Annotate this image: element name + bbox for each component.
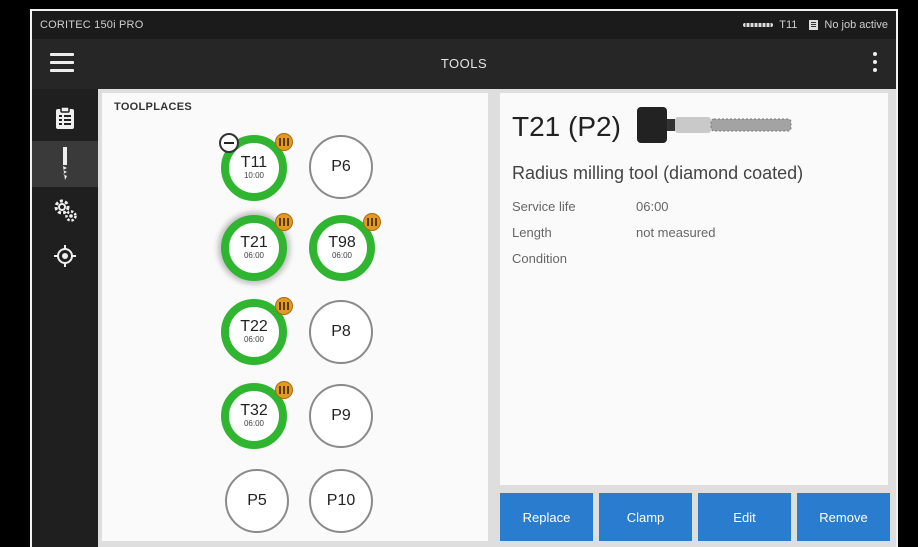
job-status: No job active	[824, 19, 888, 31]
sidebar-item-tools[interactable]	[32, 141, 98, 187]
slot-label: T21	[240, 234, 268, 251]
toolplaces-panel: TOOLPLACES T11 10:00 P6 T21 06:00 T98 06…	[102, 93, 488, 541]
main-content: TOOLPLACES T11 10:00 P6 T21 06:00 T98 06…	[98, 89, 896, 547]
current-tool-label: T11	[779, 19, 798, 31]
slot-service-time: 06:00	[243, 419, 265, 428]
tool-detail-panel: T21 (P2) Radius milling tool (diamond co…	[500, 93, 888, 485]
sidebar-item-calibration[interactable]	[32, 233, 98, 279]
milling-tool-image	[637, 107, 792, 143]
clamp-button[interactable]: Clamp	[599, 493, 692, 541]
slot-label: P9	[331, 407, 351, 424]
milling-tool-icon	[63, 147, 67, 180]
slot-service-time: 06:00	[243, 251, 265, 260]
property-label: Condition	[512, 251, 567, 266]
tool-description: Radius milling tool (diamond coated)	[512, 163, 804, 183]
settings-gear-icon	[54, 199, 77, 222]
tool-status-badge-icon	[275, 133, 293, 151]
sidebar-item-settings[interactable]	[32, 187, 98, 233]
job-icon	[809, 20, 819, 30]
slot-label: T11	[240, 154, 268, 171]
toolplace-slot[interactable]: P9	[309, 384, 373, 448]
toolplace-slot[interactable]: P6	[309, 135, 373, 199]
slot-label: T22	[240, 318, 268, 335]
property-label: Length	[512, 225, 552, 240]
slot-service-time: 10:00	[243, 171, 265, 180]
slot-service-time: 06:00	[243, 335, 265, 344]
toolplace-slot[interactable]: P5	[225, 469, 289, 533]
sidebar	[32, 89, 98, 547]
slot-label: P5	[247, 492, 267, 509]
target-crosshair-icon	[54, 245, 76, 267]
remove-marker-icon	[219, 133, 239, 153]
page-title: TOOLS	[440, 56, 488, 71]
property-value: 06:00	[636, 199, 669, 214]
clipboard-icon	[56, 106, 74, 129]
toolplace-slot[interactable]: P8	[309, 300, 373, 364]
slot-label: T32	[240, 402, 268, 419]
more-options-icon[interactable]	[872, 52, 878, 76]
tool-status-badge-icon	[275, 381, 293, 399]
property-label: Service life	[512, 199, 576, 214]
app-name: CORITEC 150i PRO	[40, 19, 144, 31]
action-bar: Replace Clamp Edit Remove	[500, 493, 892, 541]
tool-status-badge-icon	[363, 213, 381, 231]
slot-label: P8	[331, 323, 351, 340]
top-bar: TOOLS	[32, 39, 896, 89]
device-screen: CORITEC 150i PRO T11 No job active TOOLS	[30, 9, 898, 547]
status-bar: CORITEC 150i PRO T11 No job active	[32, 11, 896, 39]
current-tool-icon	[743, 23, 774, 27]
property-value: not measured	[636, 225, 716, 240]
slot-service-time: 06:00	[331, 251, 353, 260]
slot-label: P6	[331, 158, 351, 175]
toolplaces-header: TOOLPLACES	[114, 101, 192, 113]
toolplace-slot[interactable]: P10	[309, 469, 373, 533]
tool-status-badge-icon	[275, 213, 293, 231]
replace-button[interactable]: Replace	[500, 493, 593, 541]
tool-status-badge-icon	[275, 297, 293, 315]
tool-detail-title: T21 (P2)	[512, 111, 621, 142]
slot-label: T98	[328, 234, 356, 251]
slot-label: P10	[326, 492, 356, 509]
status-right: T11 No job active	[743, 19, 888, 31]
remove-button[interactable]: Remove	[797, 493, 890, 541]
sidebar-item-jobs[interactable]	[32, 95, 98, 141]
edit-button[interactable]: Edit	[698, 493, 791, 541]
